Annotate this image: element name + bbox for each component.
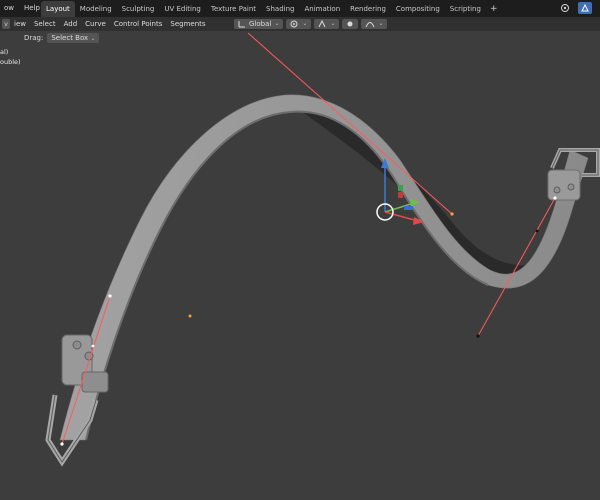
proportional-icon xyxy=(347,21,353,27)
snap-icon xyxy=(318,20,326,28)
menu-add[interactable]: Add xyxy=(60,17,82,31)
drag-select-value: Select Box xyxy=(51,33,89,42)
drag-label: Drag: xyxy=(24,33,44,42)
drag-select-dropdown[interactable]: Select Box ⌄ xyxy=(47,32,100,43)
tab-uv-editing[interactable]: UV Editing xyxy=(159,1,206,17)
chevron-down-icon: ⌄ xyxy=(90,34,96,42)
control-point-top[interactable] xyxy=(450,212,454,216)
control-point-right-end[interactable] xyxy=(553,196,557,200)
tab-scripting[interactable]: Scripting xyxy=(445,1,486,17)
view-layer-icon[interactable] xyxy=(578,2,592,14)
chevron-down-icon: ⌄ xyxy=(378,20,384,27)
menu-help[interactable]: Help xyxy=(21,0,43,17)
chevron-down-icon: ⌄ xyxy=(302,20,308,27)
viewport-menus: v iew Select Add Curve Control Points Se… xyxy=(0,17,210,31)
transform-orientation-dropdown[interactable]: Global ⌄ xyxy=(234,19,284,29)
menu-view[interactable]: iew xyxy=(10,17,30,31)
tab-sculpting[interactable]: Sculpting xyxy=(117,1,160,17)
tab-animation[interactable]: Animation xyxy=(299,1,345,17)
pivot-icon xyxy=(290,20,298,28)
menu-control-points[interactable]: Control Points xyxy=(110,17,167,31)
falloff-dropdown[interactable]: ⌄ xyxy=(361,19,388,29)
falloff-icon xyxy=(365,22,375,28)
workspace-tabs: Layout Modeling Sculpting UV Editing Tex… xyxy=(41,1,501,17)
tab-rendering[interactable]: Rendering xyxy=(345,1,391,17)
transform-controls: Global ⌄ ⌄ ⌄ ⌄ xyxy=(234,17,388,31)
menu-segments[interactable]: Segments xyxy=(166,17,209,31)
viewport-info-line-2: ouble) xyxy=(0,58,21,66)
gizmo-plane-xz[interactable] xyxy=(398,185,403,191)
menu-select[interactable]: Select xyxy=(30,17,60,31)
control-point-left-end[interactable] xyxy=(60,442,64,446)
chevron-down-icon: ⌄ xyxy=(330,20,336,27)
control-point-right[interactable] xyxy=(476,334,480,338)
tab-texture-paint[interactable]: Texture Paint xyxy=(206,1,261,17)
tab-layout[interactable]: Layout xyxy=(41,1,75,17)
mode-toggle[interactable]: v xyxy=(2,19,10,29)
3d-viewport[interactable] xyxy=(0,31,600,500)
chevron-down-icon: ⌄ xyxy=(274,20,280,27)
top-right-controls xyxy=(558,2,592,14)
handle-line-top[interactable] xyxy=(247,32,453,215)
tab-modeling[interactable]: Modeling xyxy=(75,1,117,17)
top-bar: ow Help Layout Modeling Sculpting UV Edi… xyxy=(0,0,600,17)
snap-dropdown[interactable]: ⌄ xyxy=(314,19,340,29)
tab-compositing[interactable]: Compositing xyxy=(391,1,445,17)
menu-curve[interactable]: Curve xyxy=(81,17,110,31)
menu-window[interactable]: ow xyxy=(1,0,17,17)
gizmo-plane-yz[interactable] xyxy=(398,192,403,198)
control-point-left-top[interactable] xyxy=(108,294,112,298)
orientation-icon xyxy=(238,21,245,28)
tool-settings-bar: Drag: Select Box ⌄ xyxy=(24,31,100,44)
control-point-right-mid[interactable] xyxy=(535,229,539,233)
origin-point[interactable] xyxy=(188,314,192,318)
add-workspace-button[interactable]: + xyxy=(486,1,502,17)
tab-shading[interactable]: Shading xyxy=(261,1,299,17)
scene-icon[interactable] xyxy=(558,2,572,14)
main-menu: ow Help xyxy=(1,0,43,17)
proportional-editing-toggle[interactable] xyxy=(342,19,359,29)
gizmo-plane-xy[interactable] xyxy=(404,206,413,210)
control-point-left-mid[interactable] xyxy=(91,344,95,348)
transform-orientation-label: Global xyxy=(249,20,272,28)
pivot-point-dropdown[interactable]: ⌄ xyxy=(286,19,312,29)
belt-edge xyxy=(85,110,489,441)
viewport-info-line-1: al) xyxy=(0,48,9,56)
viewport-header: v iew Select Add Curve Control Points Se… xyxy=(0,17,600,31)
